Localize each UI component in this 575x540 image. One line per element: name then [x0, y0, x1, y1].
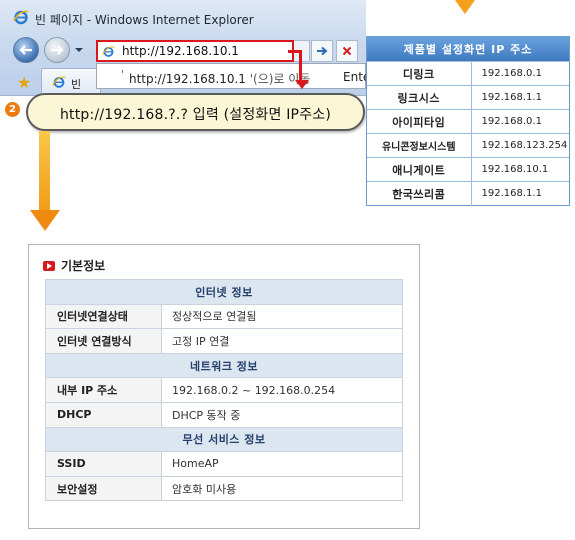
vendor-ip: 192.168.10.1 — [471, 157, 569, 182]
basic-info-table: 인터넷 정보 인터넷연결상태 정상적으로 연결됨 인터넷 연결방식 고정 IP … — [45, 279, 403, 502]
table-row: 인터넷 연결방식 고정 IP 연결 — [45, 328, 403, 354]
section-heading: 네트워크 정보 — [45, 352, 403, 379]
vendor-ip-table: 제품별 설정화면 IP 주소 디링크 192.168.0.1 링크시스 192.… — [366, 36, 570, 206]
suggestion-text: http://192.168.10.1 '(으)로 이동 — [129, 70, 310, 87]
ie-tab-icon — [52, 76, 66, 88]
forward-arrow-icon — [51, 45, 64, 55]
row-label: 보안설정 — [45, 475, 162, 502]
row-value: 고정 IP 연결 — [161, 328, 403, 354]
row-value: 192.168.0.2 ~ 192.168.0.254 — [161, 377, 403, 403]
row-value: 정상적으로 연결됨 — [161, 303, 403, 330]
highlight-arrow-head — [295, 80, 309, 89]
instruction-callout: http://192.168.?.? 입력 (설정화면 IP주소) — [26, 93, 365, 131]
row-value: 암호화 미사용 — [161, 475, 403, 502]
row-label: 내부 IP 주소 — [45, 377, 162, 403]
vendor-name: 디링크 — [367, 61, 472, 86]
tab-label: 빈 — [71, 78, 82, 91]
ie-page-icon — [102, 46, 115, 57]
red-play-icon — [43, 261, 55, 271]
table-row: 링크시스 192.168.1.1 — [367, 85, 569, 110]
ie-window: 빈 페이지 - Windows Internet Explorer http:/… — [0, 0, 366, 96]
vendor-ip: 192.168.0.1 — [471, 61, 569, 86]
back-button[interactable] — [13, 37, 39, 63]
section-heading: 인터넷 정보 — [45, 279, 403, 305]
address-bar[interactable]: http://192.168.10.1 — [96, 40, 294, 62]
vendor-name: 링크시스 — [367, 85, 472, 110]
address-input[interactable]: http://192.168.10.1 — [122, 44, 239, 58]
vendor-name: 한국쓰리콤 — [367, 181, 472, 206]
section-header-wireless: 무선 서비스 정보 — [45, 426, 403, 453]
row-label: SSID — [45, 451, 162, 477]
down-arrow-head — [30, 210, 60, 231]
stop-button[interactable] — [336, 40, 358, 62]
ip-table-body: 디링크 192.168.0.1 링크시스 192.168.1.1 아이피타임 1… — [367, 61, 569, 206]
table-row: 아이피타임 192.168.0.1 — [367, 109, 569, 134]
vendor-ip: 192.168.1.1 — [471, 181, 569, 206]
row-label: DHCP — [45, 401, 162, 428]
down-arrow-shaft — [39, 131, 50, 213]
ie-logo-icon — [13, 10, 29, 25]
basic-info-panel: 기본정보 인터넷 정보 인터넷연결상태 정상적으로 연결됨 인터넷 연결방식 고… — [28, 244, 420, 529]
title-bar: 빈 페이지 - Windows Internet Explorer — [0, 0, 366, 30]
go-arrow-icon — [317, 46, 328, 56]
vendor-ip: 192.168.0.1 — [471, 109, 569, 134]
window-title: 빈 페이지 - Windows Internet Explorer — [35, 13, 254, 27]
row-value: HomeAP — [161, 451, 403, 477]
table-row: 유니콘정보시스템 192.168.123.254 — [367, 133, 569, 158]
row-value: DHCP 동작 중 — [161, 401, 403, 428]
basic-info-title: 기본정보 — [61, 259, 106, 273]
table-row: 내부 IP 주소 192.168.0.2 ~ 192.168.0.254 — [45, 377, 403, 403]
step-number-badge: 2 — [4, 101, 21, 118]
section-header-internet: 인터넷 정보 — [45, 279, 403, 305]
table-row: 디링크 192.168.0.1 — [367, 61, 569, 86]
vendor-name: 유니콘정보시스템 — [367, 133, 472, 158]
table-row: SSID HomeAP — [45, 451, 403, 477]
suggestion-quote: ' — [121, 68, 125, 81]
tab-blank-page[interactable]: 빈 — [41, 68, 101, 96]
suggestion-url: http://192.168.10.1 — [129, 72, 246, 86]
favorites-star-icon[interactable]: ★ — [17, 73, 31, 92]
section-header-network: 네트워크 정보 — [45, 352, 403, 379]
address-suggestion[interactable]: ' http://192.168.10.1 '(으)로 이동 — [96, 63, 366, 89]
go-button[interactable] — [311, 40, 333, 62]
recent-pages-dropdown-icon[interactable] — [74, 45, 84, 55]
table-row: 한국쓰리콤 192.168.1.1 — [367, 181, 569, 206]
orange-corner-accent — [455, 0, 475, 14]
vendor-name: 아이피타임 — [367, 109, 472, 134]
stop-x-icon — [342, 46, 352, 56]
section-heading: 무선 서비스 정보 — [45, 426, 403, 453]
row-label: 인터넷 연결방식 — [45, 328, 162, 354]
back-arrow-icon — [19, 45, 32, 55]
instruction-text: http://192.168.?.? 입력 (설정화면 IP주소) — [59, 107, 332, 123]
table-row: 보안설정 암호화 미사용 — [45, 475, 403, 502]
row-label: 인터넷연결상태 — [45, 303, 162, 330]
vendor-ip: 192.168.123.254 — [471, 133, 569, 158]
table-row: 애니게이트 192.168.10.1 — [367, 157, 569, 182]
vendor-ip: 192.168.1.1 — [471, 85, 569, 110]
table-row: 인터넷연결상태 정상적으로 연결됨 — [45, 303, 403, 330]
forward-button[interactable] — [44, 37, 70, 63]
vendor-name: 애니게이트 — [367, 157, 472, 182]
highlight-connector — [288, 50, 302, 84]
ip-table-header: 제품별 설정화면 IP 주소 — [367, 37, 569, 61]
table-row: DHCP DHCP 동작 중 — [45, 401, 403, 428]
